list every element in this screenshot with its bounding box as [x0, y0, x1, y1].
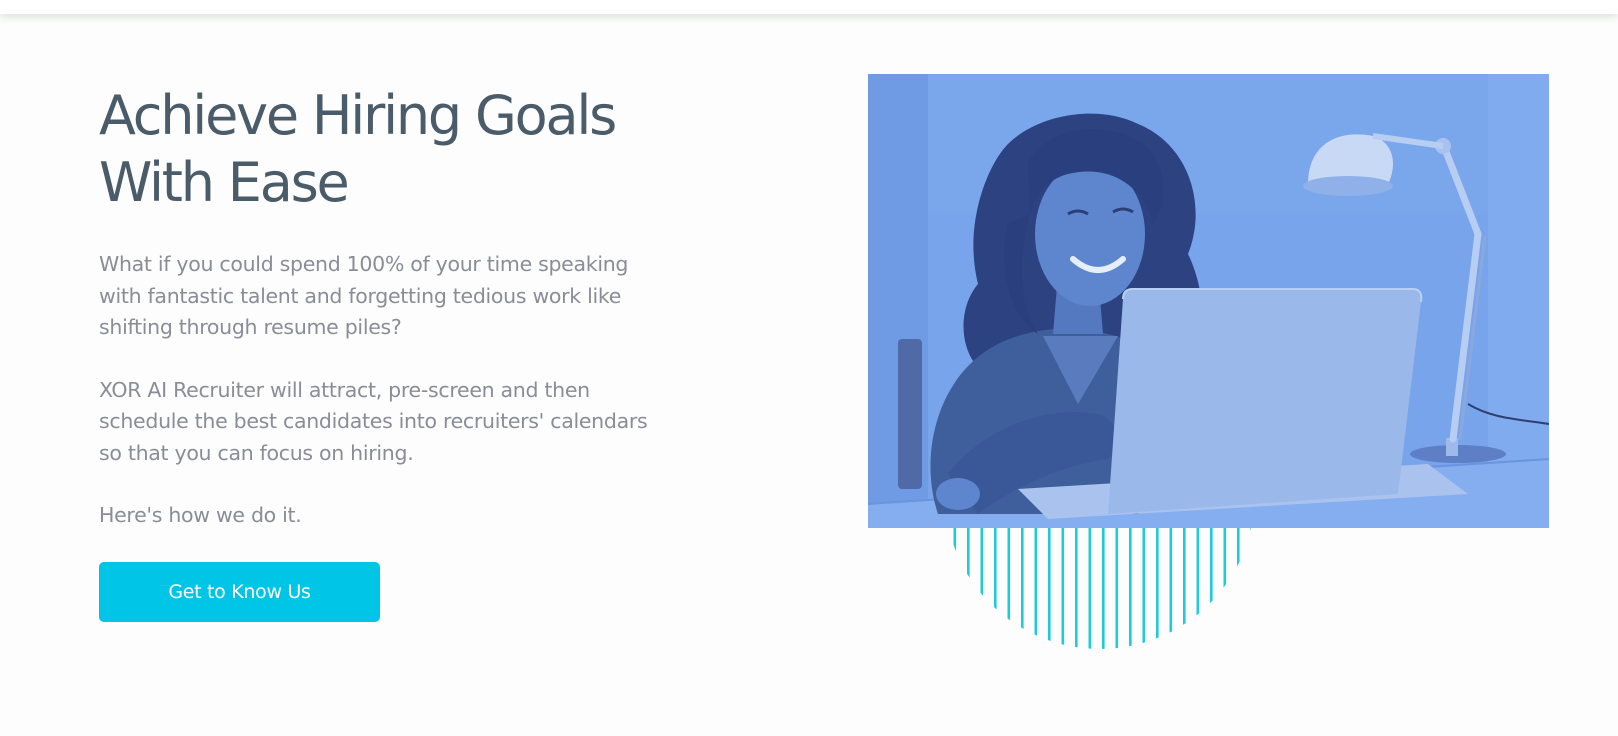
hero-headline-line-1: Achieve Hiring Goals: [99, 84, 617, 147]
hero-photo: [868, 74, 1549, 528]
top-nav-bar: [0, 0, 1618, 14]
hero-text-column: Achieve Hiring Goals With Ease What if y…: [99, 82, 659, 532]
get-to-know-us-button[interactable]: Get to Know Us: [99, 562, 380, 622]
hero-paragraph-howto: Here's how we do it.: [99, 503, 302, 527]
hero-paragraph-product: XOR AI Recruiter will attract, pre-scree…: [99, 377, 648, 465]
hero-headline-line-2: With Ease: [99, 151, 350, 214]
hero-section: Achieve Hiring Goals With Ease What if y…: [0, 14, 1618, 736]
hero-headline: Achieve Hiring Goals With Ease: [99, 82, 659, 216]
hero-paragraph-intro: What if you could spend 100% of your tim…: [99, 252, 629, 339]
